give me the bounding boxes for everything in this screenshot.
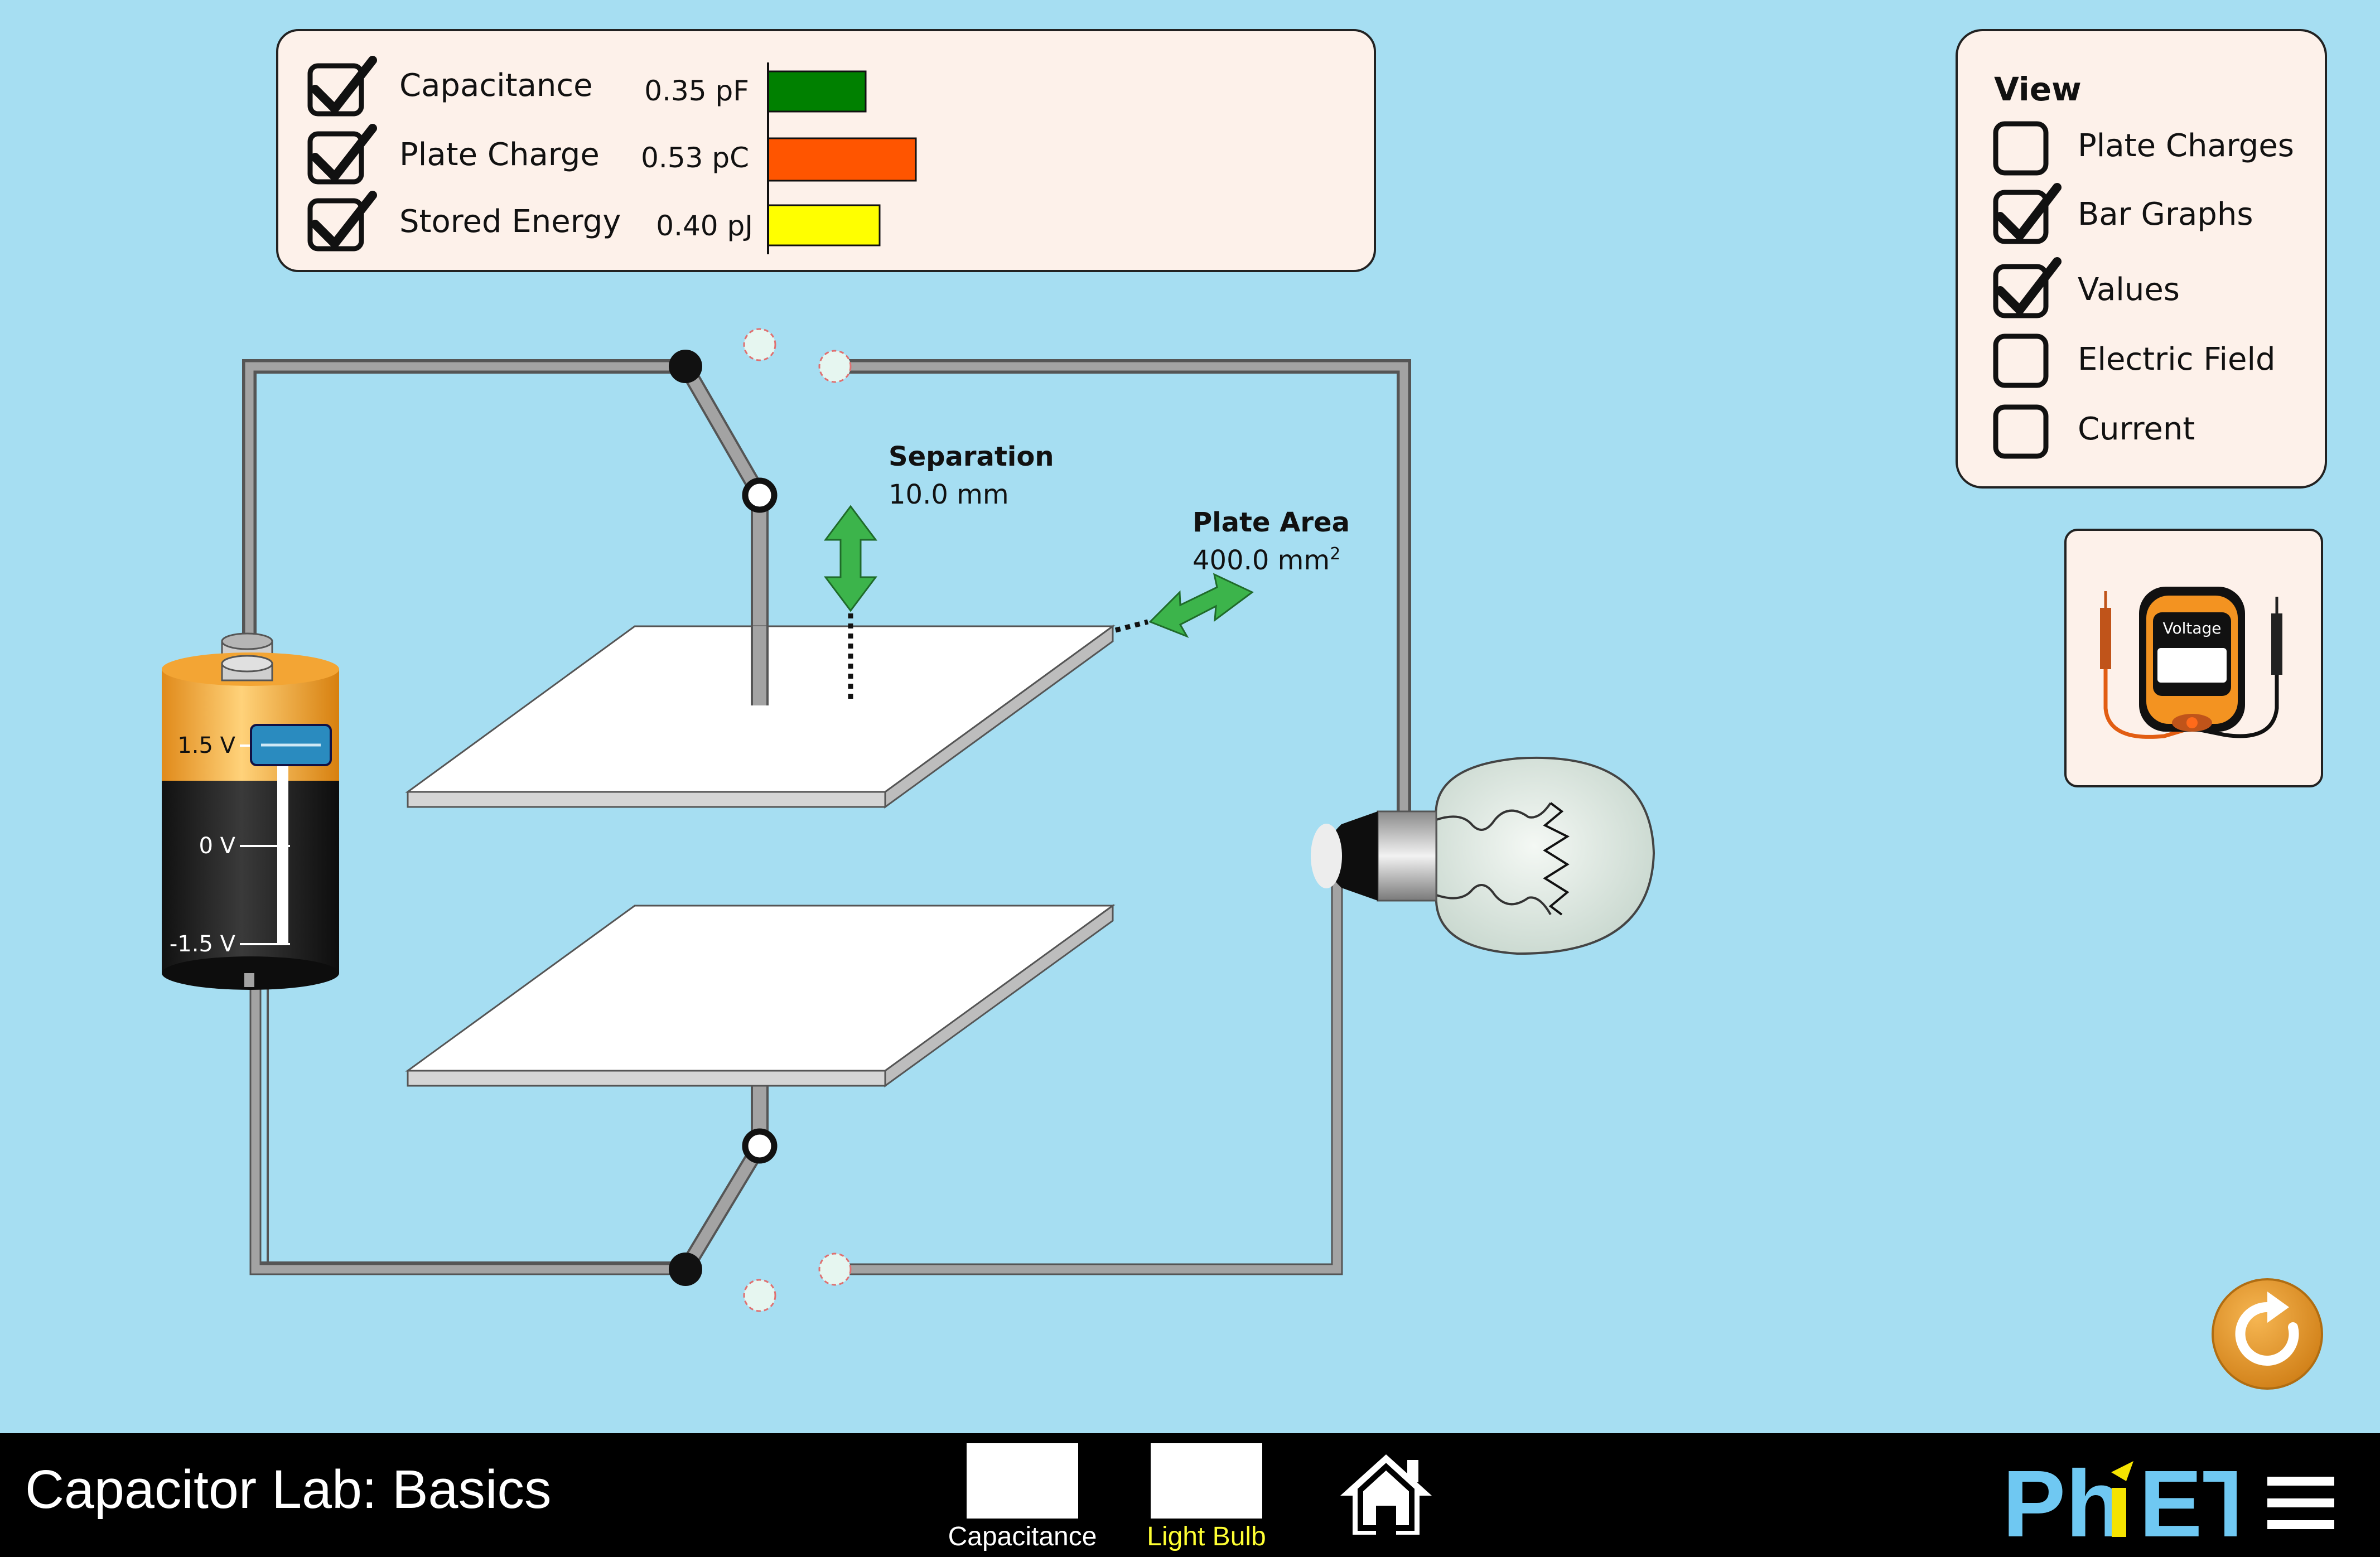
separation-drag-arrow[interactable] (824, 505, 877, 612)
plate-area-drag-arrow[interactable] (1148, 573, 1254, 638)
plate-area-value: 400.0 mm2 (1193, 544, 1340, 576)
sim-title: Capacitor Lab: Basics (25, 1459, 552, 1520)
current-label: Current (2078, 411, 2195, 447)
circuit-wires (242, 359, 1411, 1264)
screen-label-capacitance: Capacitance (948, 1522, 1097, 1551)
plate-charge-label: Plate Charge (399, 137, 600, 173)
bottom-switch[interactable] (669, 1085, 778, 1286)
stored-energy-bar (767, 204, 881, 246)
phet-logo[interactable]: Ph ET (2002, 1451, 2260, 1557)
screen-label-light-bulb: Light Bulb (1147, 1522, 1266, 1551)
plate-charges-label: Plate Charges (2078, 128, 2294, 164)
capacitance-bar (767, 70, 867, 113)
battery-voltage-slider-thumb[interactable] (250, 724, 332, 766)
hamburger-menu-icon (2267, 1477, 2334, 1529)
plate-area-label: Plate Area (1193, 507, 1350, 538)
voltmeter-label: Voltage (2162, 619, 2221, 637)
phet-logo-text: Ph (2002, 1461, 2123, 1545)
screen-button-capacitance[interactable]: Capacitance (948, 1443, 1097, 1555)
switch-contact-top-right[interactable] (818, 350, 852, 383)
plate-charge-bar (767, 137, 917, 182)
menu-button[interactable] (2265, 1472, 2337, 1534)
stored-energy-label: Stored Energy (399, 204, 621, 240)
switch-contact-top-left[interactable] (743, 328, 776, 361)
separation-label: Separation (889, 441, 1054, 472)
view-panel-title: View (1994, 70, 2082, 108)
battery-label-low: -1.5 V (170, 931, 236, 957)
stored-energy-value: 0.40 pJ (656, 210, 753, 242)
switch-contact-bottom-left[interactable] (743, 1279, 776, 1312)
capacitance-label: Capacitance (399, 67, 593, 104)
top-wire (244, 361, 685, 641)
bottom-plate[interactable] (405, 904, 1116, 1087)
svg-text:ET: ET (2139, 1461, 2237, 1545)
home-button[interactable] (1336, 1450, 1436, 1539)
home-icon (1340, 1454, 1432, 1535)
light-bulb (1311, 756, 1655, 955)
values-label: Values (2078, 272, 2180, 308)
navigation-bar: Capacitor Lab: Basics Capacitance Light … (0, 1433, 2380, 1557)
screen-thumbnail-light-bulb (1151, 1443, 1262, 1519)
battery[interactable]: 1.5 V 0 V -1.5 V (162, 632, 339, 990)
voltmeter-toolbox[interactable]: Voltage (2064, 529, 2323, 787)
electric-field-label: Electric Field (2078, 341, 2276, 378)
reset-all-button[interactable] (2212, 1278, 2323, 1390)
plate-charge-value: 0.53 pC (641, 142, 749, 174)
bar-graphs-label: Bar Graphs (2078, 196, 2253, 233)
battery-label-zero: 0 V (199, 833, 235, 859)
capacitance-value: 0.35 pF (644, 75, 749, 107)
battery-label-high: 1.5 V (177, 733, 235, 758)
screen-button-light-bulb[interactable]: Light Bulb (1145, 1443, 1273, 1555)
switch-contact-bottom-right[interactable] (818, 1253, 852, 1286)
separation-value: 10.0 mm (889, 479, 1009, 510)
screen-thumbnail-capacitance (967, 1443, 1078, 1519)
